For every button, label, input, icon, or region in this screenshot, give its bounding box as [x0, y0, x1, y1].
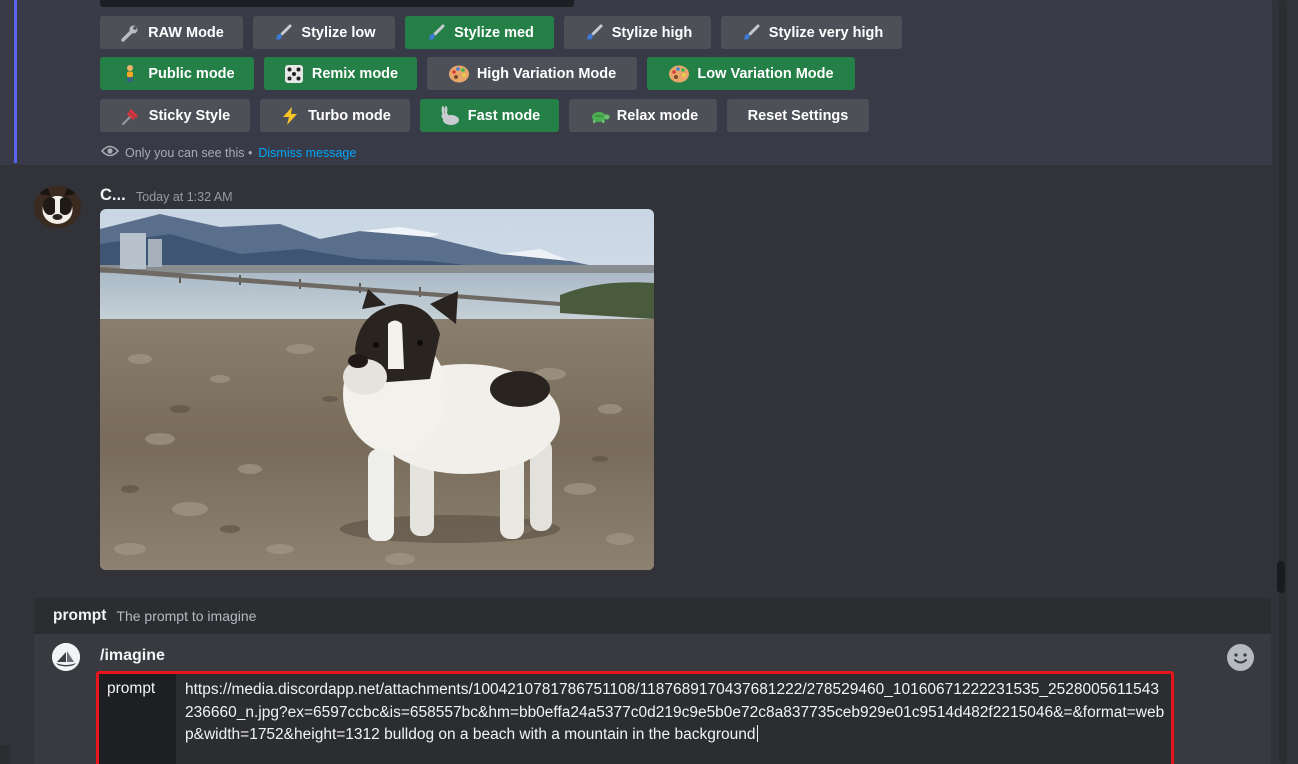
- paintbrush-icon: [272, 22, 294, 44]
- person-icon: [119, 63, 141, 85]
- fast-mode-label: Fast mode: [467, 107, 541, 124]
- stylize-med-button[interactable]: Stylize med: [405, 16, 554, 49]
- wrench-icon: [119, 22, 141, 44]
- scrollbar-thumb[interactable]: [1277, 561, 1285, 593]
- prompt-input-text: https://media.discordapp.net/attachments…: [185, 681, 1165, 743]
- public-mode-label: Public mode: [148, 65, 235, 82]
- stylize-very-high-button[interactable]: Stylize very high: [721, 16, 902, 49]
- turbo-mode-label: Turbo mode: [308, 107, 391, 124]
- relax-mode-label: Relax mode: [616, 107, 699, 124]
- fast-mode-button[interactable]: Fast mode: [420, 99, 559, 132]
- palette-icon: [448, 63, 470, 85]
- dismiss-message-link[interactable]: Dismiss message: [258, 146, 356, 160]
- settings-message-panel: RAW Mode Stylize low Stylize med Stylize…: [0, 0, 1272, 165]
- option-hint-name: prompt: [53, 607, 107, 624]
- stylize-very-high-label: Stylize very high: [768, 24, 884, 41]
- low-variation-mode-button[interactable]: Low Variation Mode: [647, 57, 855, 90]
- sticky-style-button[interactable]: Sticky Style: [100, 99, 250, 132]
- raw-mode-button[interactable]: RAW Mode: [100, 16, 243, 49]
- ephemeral-accent-bar: [14, 0, 17, 163]
- prompt-option-field[interactable]: prompt https://media.discordapp.net/atta…: [96, 671, 1174, 764]
- stylize-high-label: Stylize high: [611, 24, 693, 41]
- message-author[interactable]: C...: [100, 186, 126, 205]
- command-name: /imagine: [100, 647, 165, 664]
- dice-icon: [283, 63, 305, 85]
- lightning-icon: [279, 105, 301, 127]
- low-variation-mode-label: Low Variation Mode: [697, 65, 834, 82]
- command-option-hint: prompt The prompt to imagine: [34, 598, 1271, 634]
- turtle-icon: [588, 105, 610, 127]
- emoji-button[interactable]: [1227, 644, 1254, 671]
- high-variation-mode-label: High Variation Mode: [476, 65, 617, 82]
- remix-mode-label: Remix mode: [311, 65, 399, 82]
- ephemeral-text: Only you can see this •: [125, 145, 253, 160]
- text-caret: [756, 725, 758, 742]
- reset-settings-label: Reset Settings: [747, 107, 849, 124]
- public-mode-button[interactable]: Public mode: [100, 57, 254, 90]
- top-embed-bar: [100, 0, 574, 7]
- raw-mode-label: RAW Mode: [148, 24, 224, 41]
- ephemeral-notice: Only you can see this • Dismiss message: [100, 144, 356, 161]
- left-edge-strip-bottom: [0, 745, 10, 764]
- stylize-low-button[interactable]: Stylize low: [253, 16, 395, 49]
- prompt-option-label: prompt: [99, 674, 176, 764]
- paintbrush-icon: [583, 22, 605, 44]
- smile-icon: [1227, 644, 1254, 671]
- reset-settings-button[interactable]: Reset Settings: [727, 99, 869, 132]
- palette-icon: [668, 63, 690, 85]
- turbo-mode-button[interactable]: Turbo mode: [260, 99, 410, 132]
- paintbrush-icon: [425, 22, 447, 44]
- message-timestamp: Today at 1:32 AM: [136, 190, 233, 204]
- relax-mode-button[interactable]: Relax mode: [569, 99, 717, 132]
- eye-icon: [100, 144, 120, 161]
- sticky-style-label: Sticky Style: [148, 107, 231, 124]
- stylize-med-label: Stylize med: [454, 24, 534, 41]
- stylize-high-button[interactable]: Stylize high: [564, 16, 711, 49]
- message-image[interactable]: [100, 209, 654, 570]
- scrollbar-track[interactable]: [1279, 0, 1287, 764]
- prompt-input[interactable]: https://media.discordapp.net/attachments…: [185, 679, 1167, 747]
- remix-mode-button[interactable]: Remix mode: [264, 57, 417, 90]
- rabbit-icon: [439, 105, 461, 127]
- pushpin-icon: [120, 105, 142, 127]
- stylize-low-label: Stylize low: [301, 24, 376, 41]
- option-hint-description: The prompt to imagine: [116, 608, 257, 624]
- bot-avatar: [52, 643, 80, 671]
- paintbrush-icon: [740, 22, 762, 44]
- high-variation-mode-button[interactable]: High Variation Mode: [427, 57, 637, 90]
- avatar[interactable]: [34, 186, 81, 228]
